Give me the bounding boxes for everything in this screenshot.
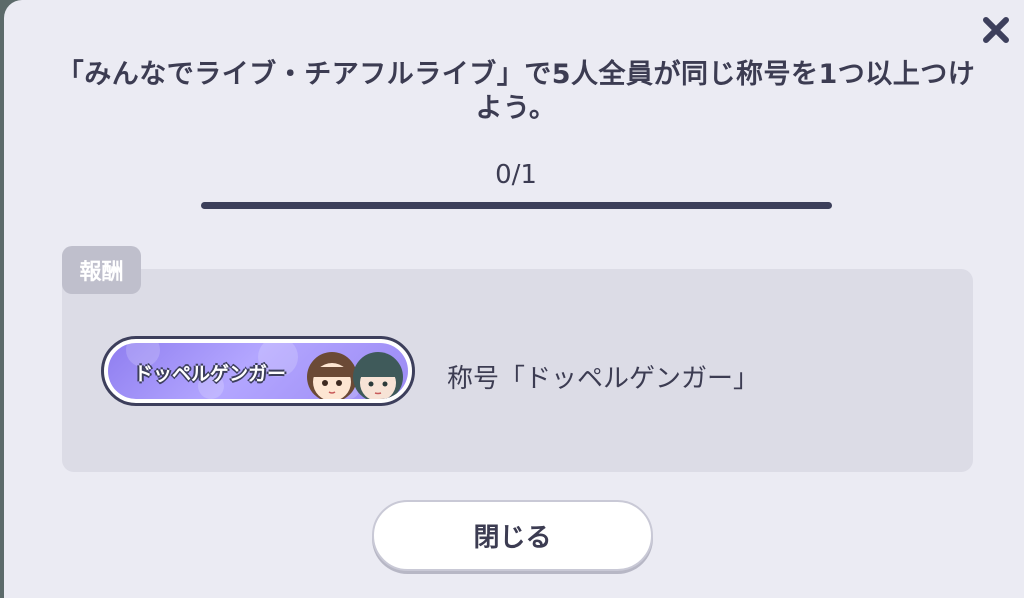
character-face-left-icon bbox=[307, 352, 357, 399]
character-face-right-icon bbox=[353, 352, 403, 399]
progress-bar bbox=[201, 202, 832, 209]
progress-count: 0/1 bbox=[495, 160, 537, 190]
title-badge-background: ドッペルゲンガー bbox=[108, 343, 408, 399]
reward-name: 称号「ドッペルゲンガー」 bbox=[447, 364, 760, 394]
title-badge: ドッペルゲンガー bbox=[101, 336, 415, 406]
close-button[interactable]: 閉じる bbox=[372, 500, 653, 571]
close-icon[interactable] bbox=[976, 10, 1016, 50]
character-faces-icon bbox=[307, 352, 403, 399]
mission-description: 「みんなでライブ・チアフルライブ」で5人全員が同じ称号を1つ以上つけよう。 bbox=[56, 59, 976, 124]
badge-label: ドッペルゲンガー bbox=[134, 363, 287, 385]
reward-section-label: 報酬 bbox=[62, 246, 141, 294]
